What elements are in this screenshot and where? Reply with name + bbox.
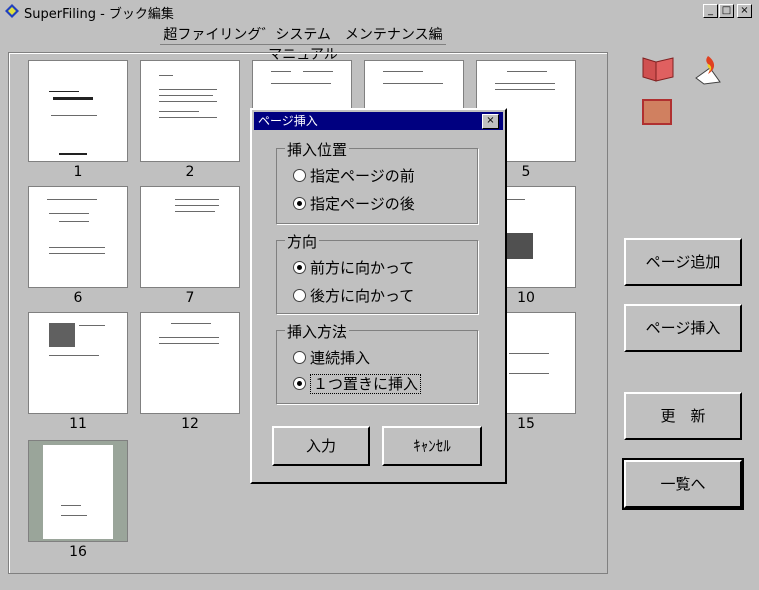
page-thumbnail[interactable] (140, 60, 240, 162)
trash-burn-icon[interactable] (690, 52, 726, 86)
radio-alternate[interactable]: １つ置きに挿入 (293, 373, 422, 394)
direction-group: 方向 前方に向かって 後方に向かって (276, 231, 478, 314)
radio-after-page[interactable]: 指定ページの後 (293, 193, 415, 214)
window-title: SuperFiling - ブック編集 (24, 7, 174, 22)
radio-continuous[interactable]: 連続挿入 (293, 347, 370, 368)
cancel-button[interactable]: ｷｬﾝｾﾙ (382, 426, 482, 466)
radio-forward[interactable]: 前方に向かって (293, 257, 414, 278)
radio-icon (293, 351, 306, 364)
add-page-button[interactable]: ページ追加 (624, 238, 742, 286)
page-number: 12 (181, 416, 199, 432)
book-title: 超ファイリング゛システム メンテナンス編マニュアル (160, 24, 446, 63)
page-thumbnail[interactable] (140, 186, 240, 288)
ok-button[interactable]: 入力 (272, 426, 370, 466)
insert-position-label: 挿入位置 (285, 139, 350, 160)
page-number: 1 (73, 164, 83, 180)
radio-backward[interactable]: 後方に向かって (293, 285, 414, 306)
radio-before-page[interactable]: 指定ページの前 (293, 165, 415, 186)
app-icon (5, 4, 19, 18)
insert-method-label: 挿入方法 (285, 321, 350, 342)
folder-icon[interactable] (642, 99, 672, 125)
page-number: 2 (185, 164, 195, 180)
insert-position-group: 挿入位置 指定ページの前 指定ページの後 (276, 139, 478, 224)
title-bar: SuperFiling - ブック編集 _ □ × (0, 0, 759, 22)
book-icon[interactable] (642, 56, 674, 82)
insert-method-group: 挿入方法 連続挿入 １つ置きに挿入 (276, 321, 478, 404)
dialog-title-bar: ページ挿入 × (254, 112, 503, 130)
insert-page-button[interactable]: ページ挿入 (624, 304, 742, 352)
page-thumbnail[interactable] (28, 440, 128, 542)
page-number: 16 (69, 544, 87, 560)
radio-selected-icon (293, 261, 306, 274)
close-button[interactable]: × (737, 4, 752, 18)
radio-icon (293, 289, 306, 302)
dialog-close-button[interactable]: × (482, 114, 499, 129)
page-thumbnail[interactable] (28, 60, 128, 162)
radio-icon (293, 169, 306, 182)
page-thumbnail[interactable] (28, 186, 128, 288)
maximize-button[interactable]: □ (719, 4, 734, 18)
direction-label: 方向 (285, 231, 320, 252)
dialog-title: ページ挿入 (258, 114, 318, 128)
page-thumbnail[interactable] (28, 312, 128, 414)
to-list-button[interactable]: 一覧へ (622, 458, 744, 510)
page-thumbnail[interactable] (140, 312, 240, 414)
radio-selected-icon (293, 197, 306, 210)
page-number: 11 (69, 416, 87, 432)
page-number: 7 (185, 290, 195, 306)
radio-selected-icon (293, 377, 306, 390)
insert-page-dialog: ページ挿入 × 挿入位置 指定ページの前 指定ページの後 方向 前方に向かって … (250, 108, 507, 484)
update-button[interactable]: 更 新 (624, 392, 742, 440)
minimize-button[interactable]: _ (703, 4, 718, 18)
page-number: 6 (73, 290, 83, 306)
